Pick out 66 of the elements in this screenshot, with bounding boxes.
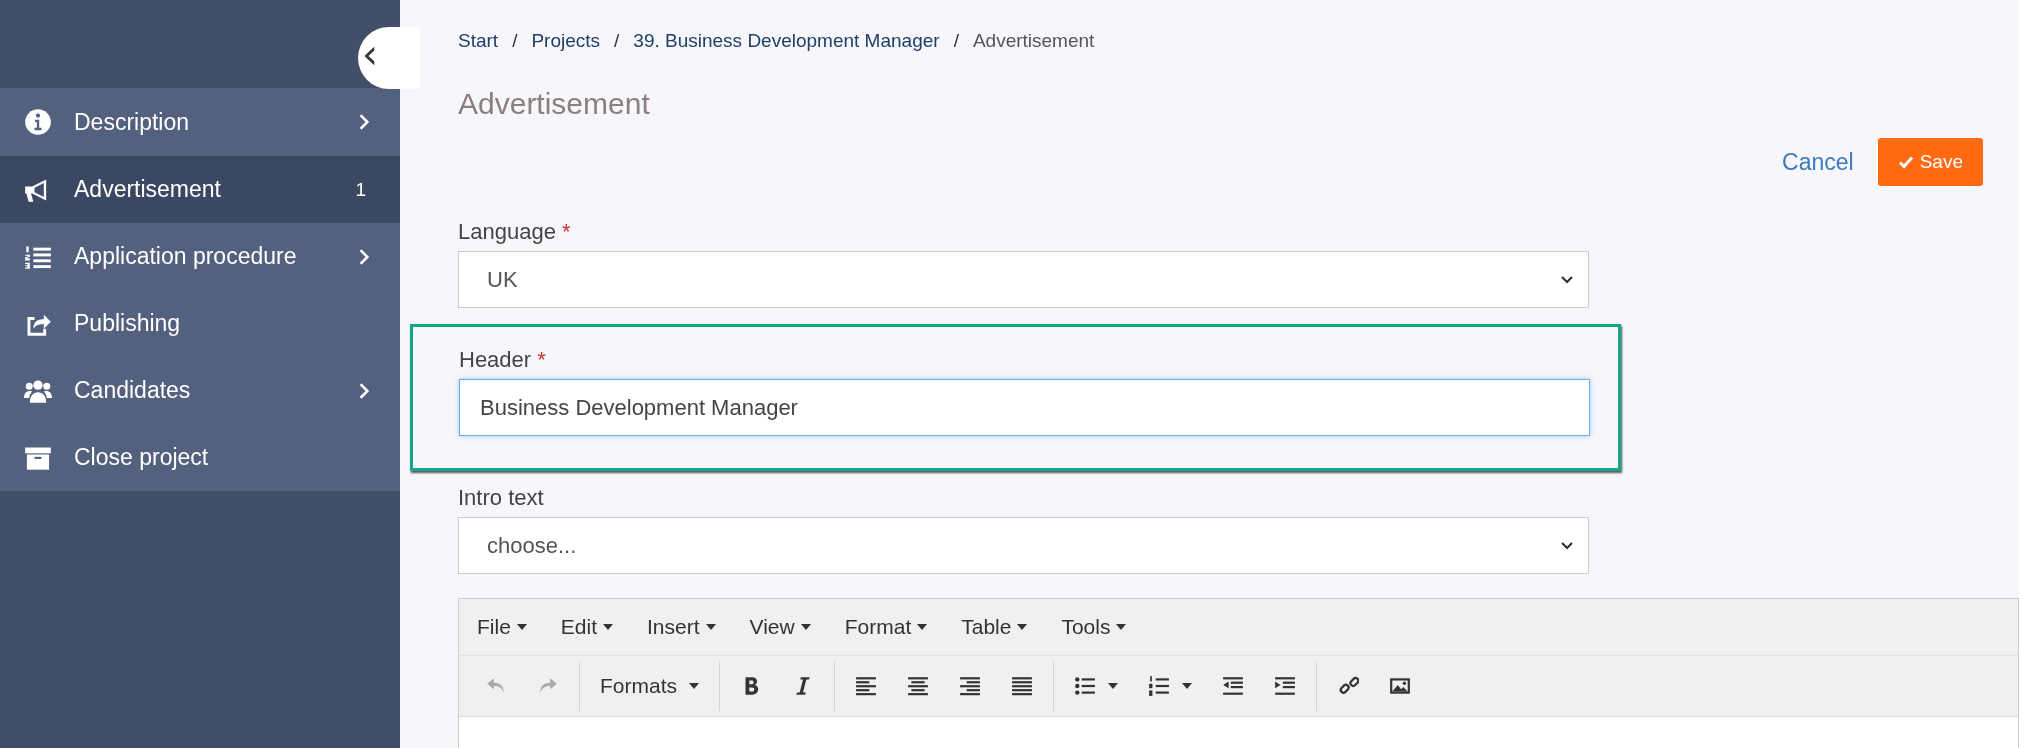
editor-menu[interactable]: Table [951, 615, 1038, 639]
editor-menu[interactable]: Format [834, 615, 938, 639]
chevron-down-icon [1560, 540, 1574, 551]
field-label: Intro text [458, 485, 544, 511]
editor-menu[interactable]: View [739, 615, 821, 639]
required-mark: * [561, 219, 571, 245]
align-left-icon [855, 675, 877, 697]
chevron-right-icon [358, 113, 370, 131]
dropdown-field[interactable]: choose... [458, 517, 1589, 574]
image-icon [1389, 675, 1411, 697]
field-label: Language [458, 219, 556, 245]
breadcrumb-link[interactable]: 39. Business Development Manager [633, 30, 940, 52]
caret-icon [689, 683, 699, 689]
sidebar-item[interactable]: Close project [0, 424, 400, 491]
breadcrumb-separator: / [614, 30, 620, 52]
sidebar-item-label: Publishing [74, 310, 182, 337]
chevron-right-icon [358, 247, 370, 266]
sidebar-item[interactable]: Advertisement 1 [0, 156, 400, 223]
sidebar-item-label: Close project [74, 444, 210, 471]
align-right-icon [959, 675, 981, 697]
sidebar-item-label: Description [74, 108, 191, 136]
numbered-list-icon [1148, 675, 1170, 697]
count-label: 1 [355, 178, 367, 201]
required-mark: * [537, 347, 546, 373]
cancel-link[interactable]: Cancel [1782, 148, 1854, 176]
sidebar-item-label: Application procedure [74, 243, 298, 270]
text-input-field[interactable]: Business Development Manager [459, 379, 1590, 436]
chevron-right-icon [358, 381, 370, 400]
sidebar-item-label: Candidates [74, 377, 192, 404]
caret-icon [800, 624, 811, 630]
outdent-icon [1222, 675, 1244, 697]
breadcrumb-current: Advertisement [972, 30, 1095, 52]
chevron-down-icon [1560, 274, 1574, 285]
indent-icon [1274, 675, 1296, 697]
checkmark-icon [1897, 154, 1914, 170]
sidebar-item[interactable]: Publishing [0, 290, 400, 357]
caret-icon [1182, 683, 1192, 689]
caret-icon [917, 624, 928, 630]
caret-icon [1017, 624, 1028, 630]
caret-icon [1116, 624, 1127, 630]
caret-icon [603, 624, 614, 630]
bullet-list-icon [1074, 675, 1096, 697]
field-label: Header [459, 347, 532, 373]
breadcrumb-separator: / [512, 30, 518, 52]
editor-menu[interactable]: Insert [637, 615, 726, 639]
sidebar-item-label: Advertisement [74, 176, 222, 203]
breadcrumb-separator: / [953, 30, 959, 52]
formats-dropdown[interactable]: Formats [592, 670, 707, 702]
info-icon [24, 108, 52, 136]
caret-icon [705, 624, 716, 630]
sidebar-item[interactable]: Application procedure [0, 223, 400, 290]
sidebar-item[interactable]: Description [0, 88, 400, 156]
align-center-icon [907, 675, 929, 697]
breadcrumb-link[interactable]: Projects [531, 30, 601, 52]
sidebar-item[interactable]: Candidates [0, 357, 400, 424]
caret-icon [516, 624, 527, 630]
justify-icon [1011, 675, 1033, 697]
link-icon [1337, 675, 1359, 697]
editor-menu[interactable]: Edit [550, 615, 624, 639]
dropdown-field[interactable]: UK [458, 251, 1589, 308]
page-title: Advertisement [458, 87, 651, 122]
breadcrumb-link[interactable]: Start [458, 30, 499, 52]
collapse-sidebar-button[interactable]: ‹ [358, 27, 420, 89]
editor-menu[interactable]: File [467, 615, 537, 639]
editor-menu[interactable]: Tools [1051, 615, 1137, 639]
caret-icon [1108, 683, 1118, 689]
